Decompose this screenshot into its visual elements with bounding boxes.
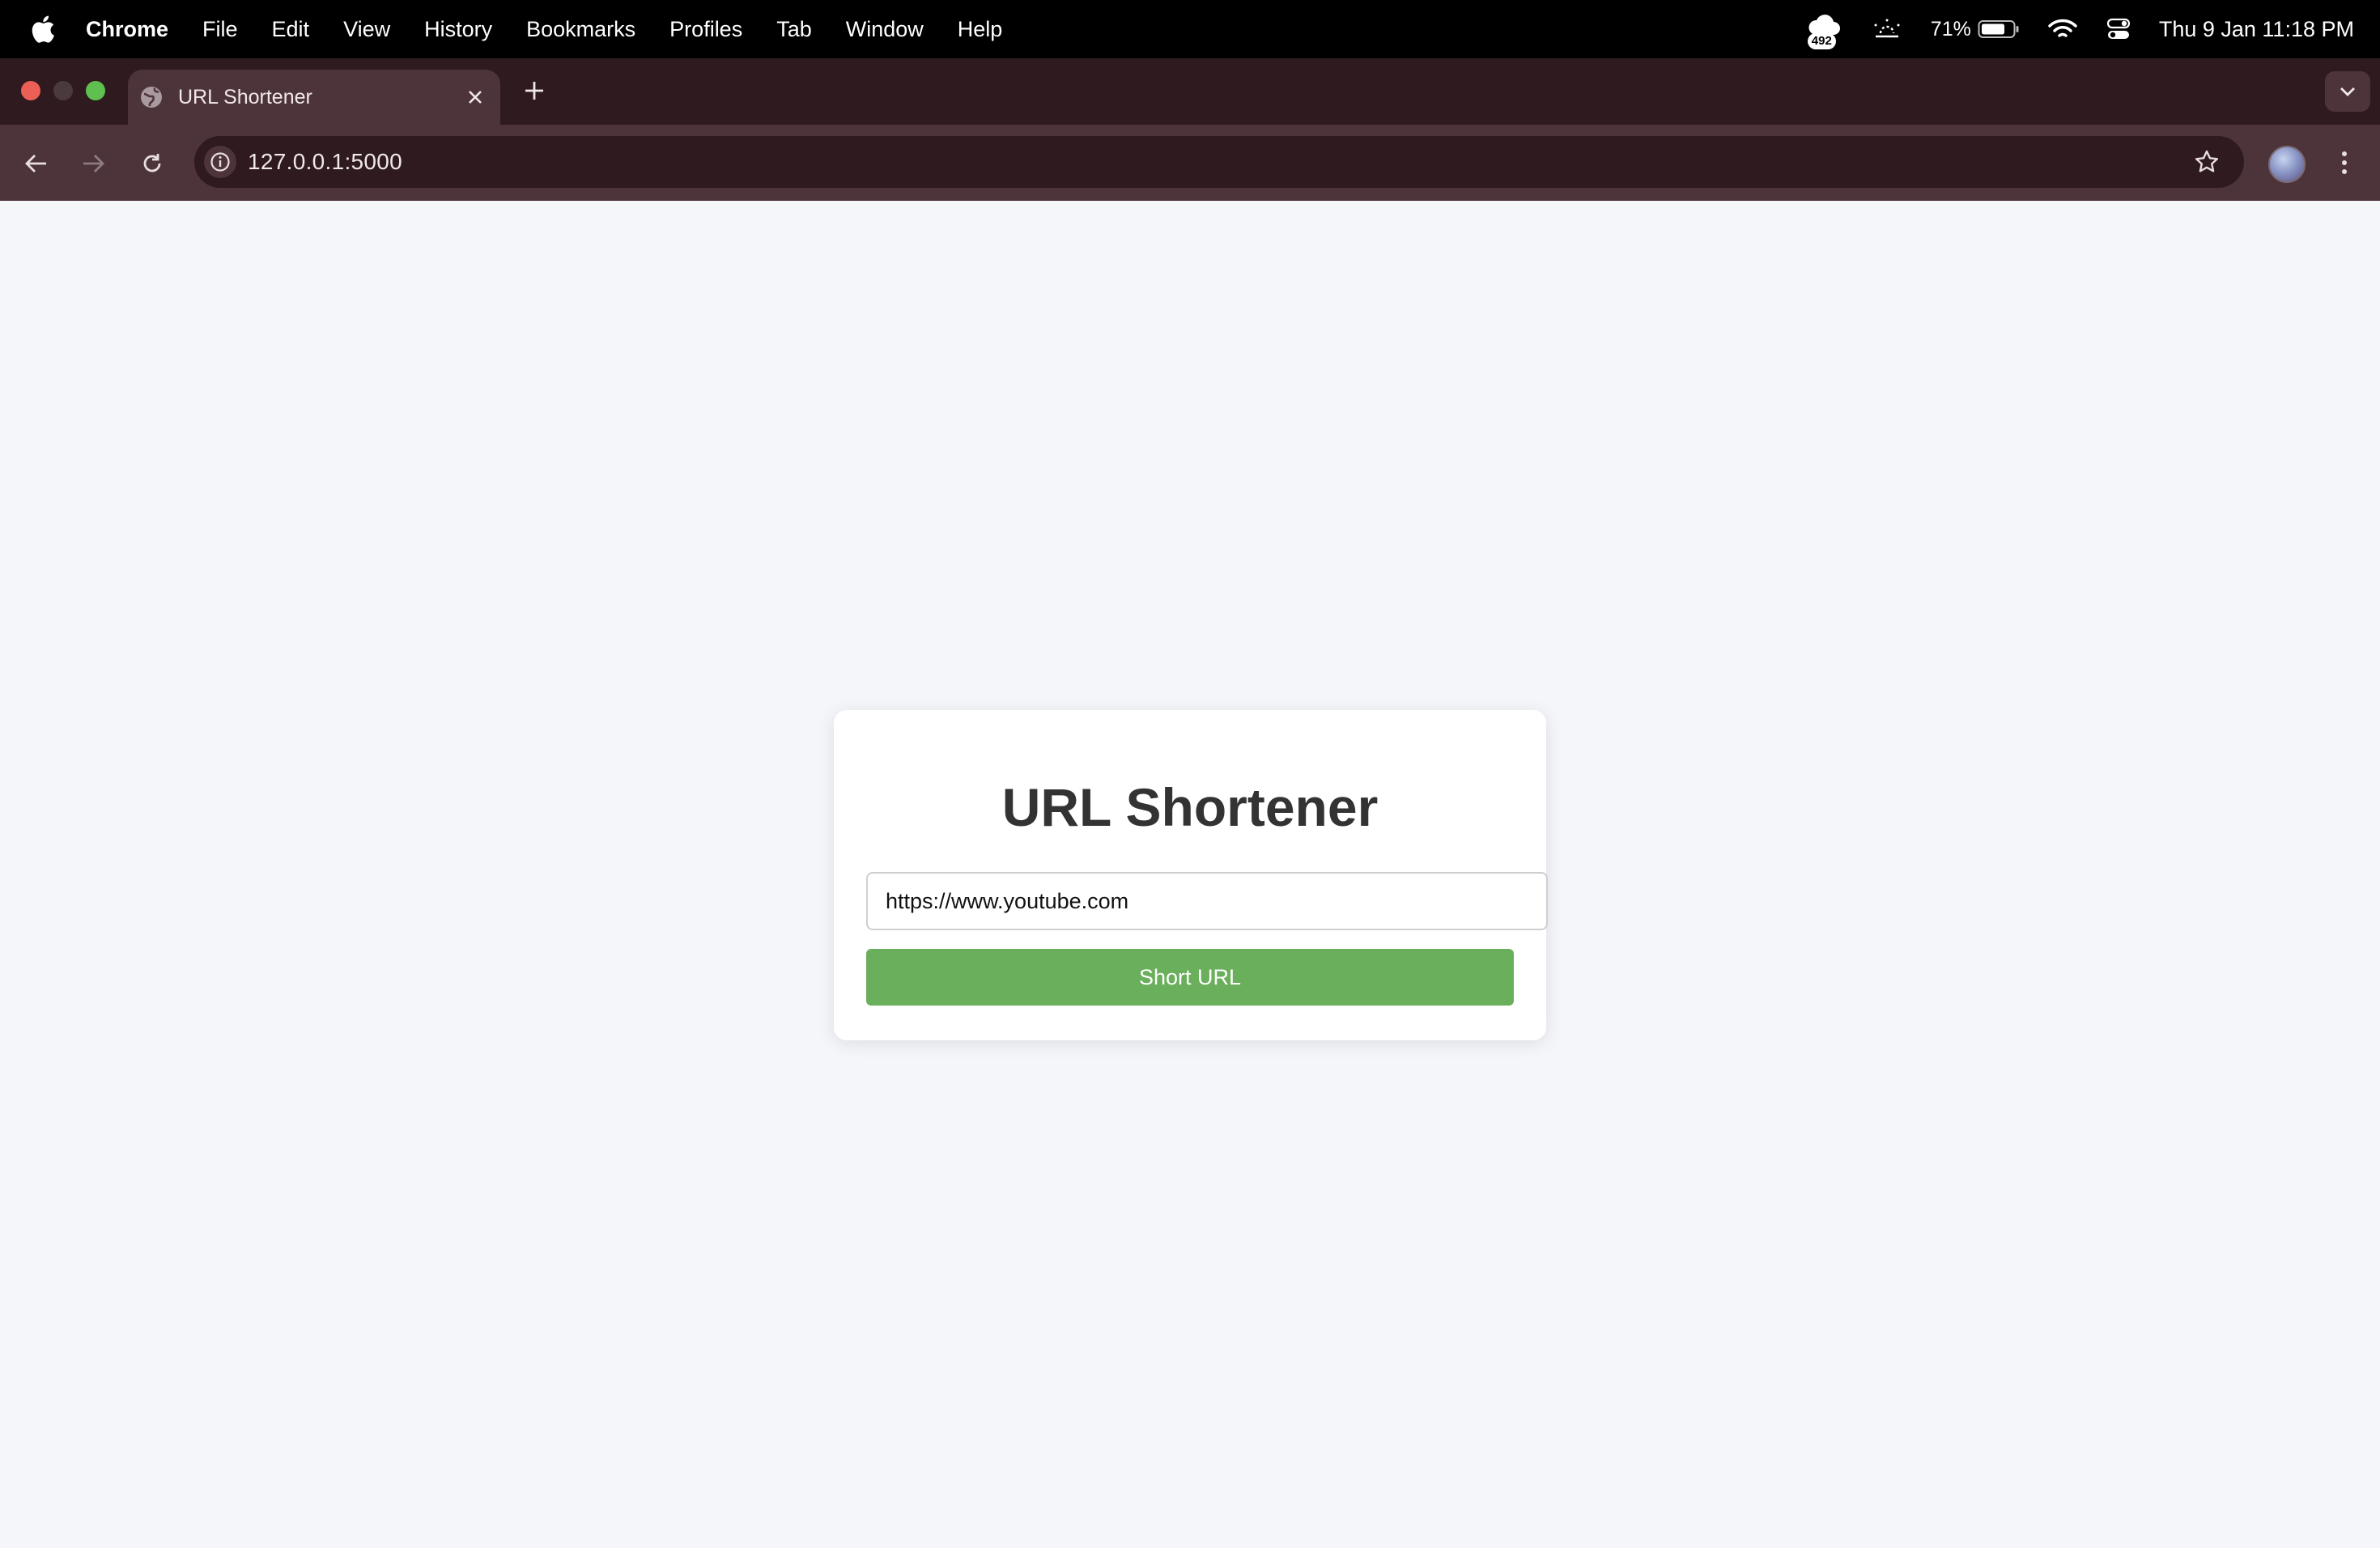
short-url-button[interactable]: Short URL xyxy=(866,949,1514,1006)
window-close-button[interactable] xyxy=(21,81,40,100)
window-minimize-button[interactable] xyxy=(53,81,73,100)
bookmark-star-icon[interactable] xyxy=(2189,144,2225,180)
menu-bar-clock[interactable]: Thu 9 Jan 11:18 PM xyxy=(2159,17,2354,42)
reload-icon xyxy=(143,154,161,172)
arrow-left-icon xyxy=(25,155,46,172)
browser-tab-active[interactable]: URL Shortener xyxy=(128,70,500,125)
status-area: 492 71% Thu 9 Jan 11:18 PM xyxy=(1779,0,2354,58)
battery-percent: 71% xyxy=(1930,17,1971,40)
back-button[interactable] xyxy=(18,146,53,181)
menu-help[interactable]: Help xyxy=(958,17,1003,42)
globe-icon xyxy=(141,87,162,108)
more-options-icon[interactable] xyxy=(2328,144,2361,181)
apple-menu-icon[interactable] xyxy=(29,11,58,47)
forward-button[interactable] xyxy=(76,146,112,181)
macos-menu-bar: Chrome File Edit View History Bookmarks … xyxy=(0,0,2380,58)
notification-count-badge: 492 xyxy=(1807,33,1836,49)
menu-tab[interactable]: Tab xyxy=(776,17,812,42)
menu-history[interactable]: History xyxy=(424,17,492,42)
menu-file[interactable]: File xyxy=(202,17,238,42)
window-zoom-button[interactable] xyxy=(86,81,105,100)
address-bar[interactable]: 127.0.0.1:5000 xyxy=(194,136,2244,188)
menu-app-chrome[interactable]: Chrome xyxy=(86,17,168,42)
weather-icon[interactable] xyxy=(1871,17,1903,41)
url-input[interactable] xyxy=(866,872,1548,930)
menu-window[interactable]: Window xyxy=(846,17,924,42)
site-info-icon[interactable] xyxy=(204,146,236,178)
profile-avatar[interactable] xyxy=(2268,146,2306,183)
shortener-card: URL Shortener Short URL xyxy=(834,710,1548,1040)
address-url[interactable]: 127.0.0.1:5000 xyxy=(248,149,2189,175)
menu-bookmarks[interactable]: Bookmarks xyxy=(526,17,635,42)
chevron-down-icon xyxy=(2340,87,2355,96)
control-center-icon[interactable] xyxy=(2106,16,2131,42)
tab-close-icon[interactable] xyxy=(461,83,489,111)
tab-search-button[interactable] xyxy=(2325,71,2370,112)
notification-status-item[interactable]: 492 xyxy=(1806,11,1843,49)
menu-view[interactable]: View xyxy=(343,17,390,42)
menu-profiles[interactable]: Profiles xyxy=(669,17,742,42)
wifi-icon[interactable] xyxy=(2047,17,2078,41)
battery-icon xyxy=(1978,20,2019,38)
arrow-right-icon xyxy=(83,155,104,172)
tab-title: URL Shortener xyxy=(178,85,312,108)
page-title: URL Shortener xyxy=(1001,777,1379,837)
new-tab-button[interactable] xyxy=(518,74,550,107)
menu-edit[interactable]: Edit xyxy=(272,17,310,42)
reload-button[interactable] xyxy=(134,146,170,181)
battery-status[interactable]: 71% xyxy=(1931,18,2020,41)
